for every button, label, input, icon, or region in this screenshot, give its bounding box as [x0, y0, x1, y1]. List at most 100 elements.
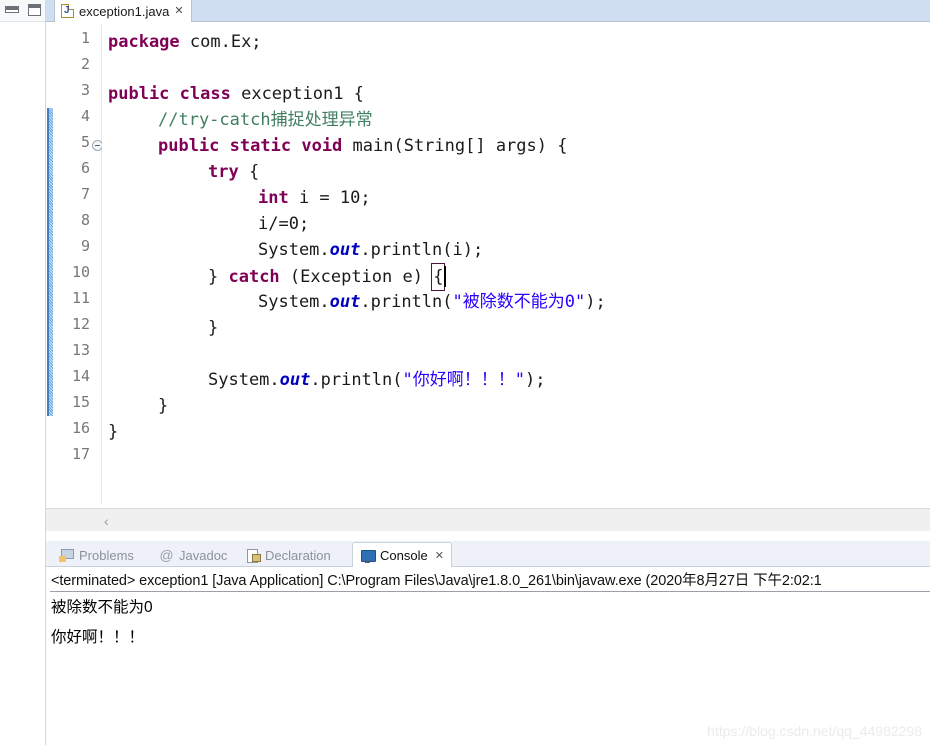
- close-icon[interactable]: ✕: [435, 549, 444, 562]
- tab-label: Javadoc: [179, 547, 228, 563]
- maximize-view-icon[interactable]: [28, 4, 41, 16]
- declaration-icon: [245, 548, 261, 563]
- code-editor[interactable]: 1 2 3 4 5 6 7 8 9 10 11 12 13 14 15 16 1…: [46, 23, 930, 531]
- token-keyword-int: int: [258, 188, 289, 208]
- tab-console[interactable]: Console ✕: [352, 542, 452, 568]
- line-number: 1: [80, 29, 90, 47]
- console-output-line: 你好啊！！！: [51, 629, 145, 646]
- token-brace-open: {: [238, 162, 260, 182]
- token-assign-i: i = 10;: [288, 188, 371, 208]
- token-keyword-static: static: [229, 136, 292, 156]
- code-line-9: System.out.println(i);: [258, 237, 483, 263]
- tab-declaration[interactable]: Declaration: [238, 543, 338, 567]
- line-number: 4: [80, 107, 90, 125]
- console-output-line: 被除数不能为0: [51, 599, 153, 616]
- text-caret: [444, 266, 447, 287]
- code-line-8: i/=0;: [258, 211, 309, 237]
- token-keyword-public: public: [158, 136, 220, 156]
- token-keyword-package: package: [108, 32, 180, 52]
- line-number: 8: [80, 211, 90, 229]
- line-number: 10: [71, 263, 90, 281]
- token-system: System.: [258, 292, 330, 312]
- token-println-close: );: [524, 370, 546, 390]
- code-line-14: System.out.println("你好啊！！！");: [208, 367, 545, 393]
- tab-label: Declaration: [265, 547, 331, 563]
- token-close-brace: }: [208, 267, 229, 287]
- scroll-left-icon[interactable]: ‹: [104, 513, 109, 529]
- minimize-view-icon[interactable]: [5, 6, 19, 13]
- token-close-brace: }: [158, 396, 169, 416]
- rail-body: [0, 22, 45, 745]
- token-println-close: );: [585, 292, 606, 312]
- line-number: 3: [80, 81, 90, 99]
- line-number: 16: [71, 419, 90, 437]
- line-number-gutter: 1 2 3 4 5 6 7 8 9 10 11 12 13 14 15 16 1…: [54, 23, 103, 531]
- code-line-3: public class exception1 {: [108, 81, 364, 107]
- console-launch-status: <terminated> exception1 [Java Applicatio…: [51, 573, 822, 589]
- code-line-4: //try-catch捕捉处理异常: [158, 107, 373, 133]
- eclipse-ide-window: exception1.java ✕ 1 2 3 4 5 6 7 8 9 10 1…: [0, 0, 930, 745]
- code-line-6: try {: [208, 159, 259, 185]
- token-class-decl: exception1 {: [230, 84, 364, 104]
- token-println-i: .println(i);: [360, 240, 484, 260]
- tab-problems[interactable]: Problems: [52, 543, 141, 567]
- token-catch-signature: (Exception e): [279, 267, 434, 287]
- line-number: 9: [80, 237, 90, 255]
- code-line-7: int i = 10;: [258, 185, 371, 211]
- code-text-area[interactable]: package com.Ex; public class exception1 …: [102, 23, 930, 531]
- line-number: 12: [71, 315, 90, 333]
- line-number: 7: [80, 185, 90, 203]
- console-status-divider: [50, 591, 930, 592]
- panel-separator[interactable]: [46, 532, 930, 541]
- token-comment: //try-catch捕捉处理异常: [158, 110, 373, 130]
- code-line-1: package com.Ex;: [108, 29, 262, 55]
- editor-horizontal-scrollbar[interactable]: ‹: [46, 508, 930, 531]
- line-number: 6: [80, 159, 90, 177]
- token-close-brace: }: [208, 318, 219, 338]
- line-number: 15: [71, 393, 90, 411]
- line-number: 11: [71, 289, 90, 307]
- left-view-rail: [0, 0, 46, 745]
- javadoc-icon: @: [159, 547, 174, 563]
- token-i-divide: i/=0;: [258, 214, 310, 234]
- editor-tabbar: exception1.java ✕: [46, 0, 930, 22]
- console-output-area[interactable]: <terminated> exception1 [Java Applicatio…: [46, 567, 930, 745]
- token-field-out: out: [329, 240, 361, 260]
- code-line-5: public static void main(String[] args) {: [158, 133, 567, 159]
- close-icon[interactable]: ✕: [174, 5, 183, 17]
- line-number: 13: [71, 341, 90, 359]
- bottom-panel-tabbar: Problems @ Javadoc Declaration Console ✕: [46, 541, 930, 568]
- token-keyword-class: class: [179, 84, 231, 104]
- code-line-16: }: [108, 419, 118, 445]
- token-system: System.: [208, 370, 280, 390]
- code-line-11: System.out.println("被除数不能为0");: [258, 289, 606, 315]
- matching-brace-highlight: {: [431, 263, 447, 291]
- line-number: 2: [80, 55, 90, 73]
- watermark: https://blog.csdn.net/qq_44982298: [707, 723, 922, 739]
- token-println-open: .println(: [310, 370, 403, 390]
- token-keyword-public: public: [108, 84, 170, 104]
- token-string-divisor: "被除数不能为0": [452, 292, 586, 312]
- tab-javadoc[interactable]: @ Javadoc: [152, 543, 234, 567]
- line-number: 5: [80, 133, 90, 151]
- token-string-hello: "你好啊！！！": [402, 370, 525, 390]
- token-field-out: out: [329, 292, 361, 312]
- token-println-open: .println(: [360, 292, 453, 312]
- token-catch-brace: {: [433, 267, 444, 287]
- code-line-10: } catch (Exception e) {: [208, 263, 447, 291]
- tab-label: Problems: [79, 547, 134, 563]
- token-close-brace: }: [108, 422, 119, 442]
- editor-tab-exception1[interactable]: exception1.java ✕: [54, 0, 192, 22]
- token-system: System.: [258, 240, 330, 260]
- java-file-icon: [61, 4, 74, 18]
- line-number: 14: [71, 367, 90, 385]
- token-field-out: out: [279, 370, 311, 390]
- change-marker-bar: [47, 108, 53, 416]
- token-keyword-void: void: [301, 136, 343, 156]
- code-line-15: }: [158, 393, 168, 419]
- token-main-signature: main(String[] args) {: [342, 136, 568, 156]
- line-number: 17: [71, 445, 90, 463]
